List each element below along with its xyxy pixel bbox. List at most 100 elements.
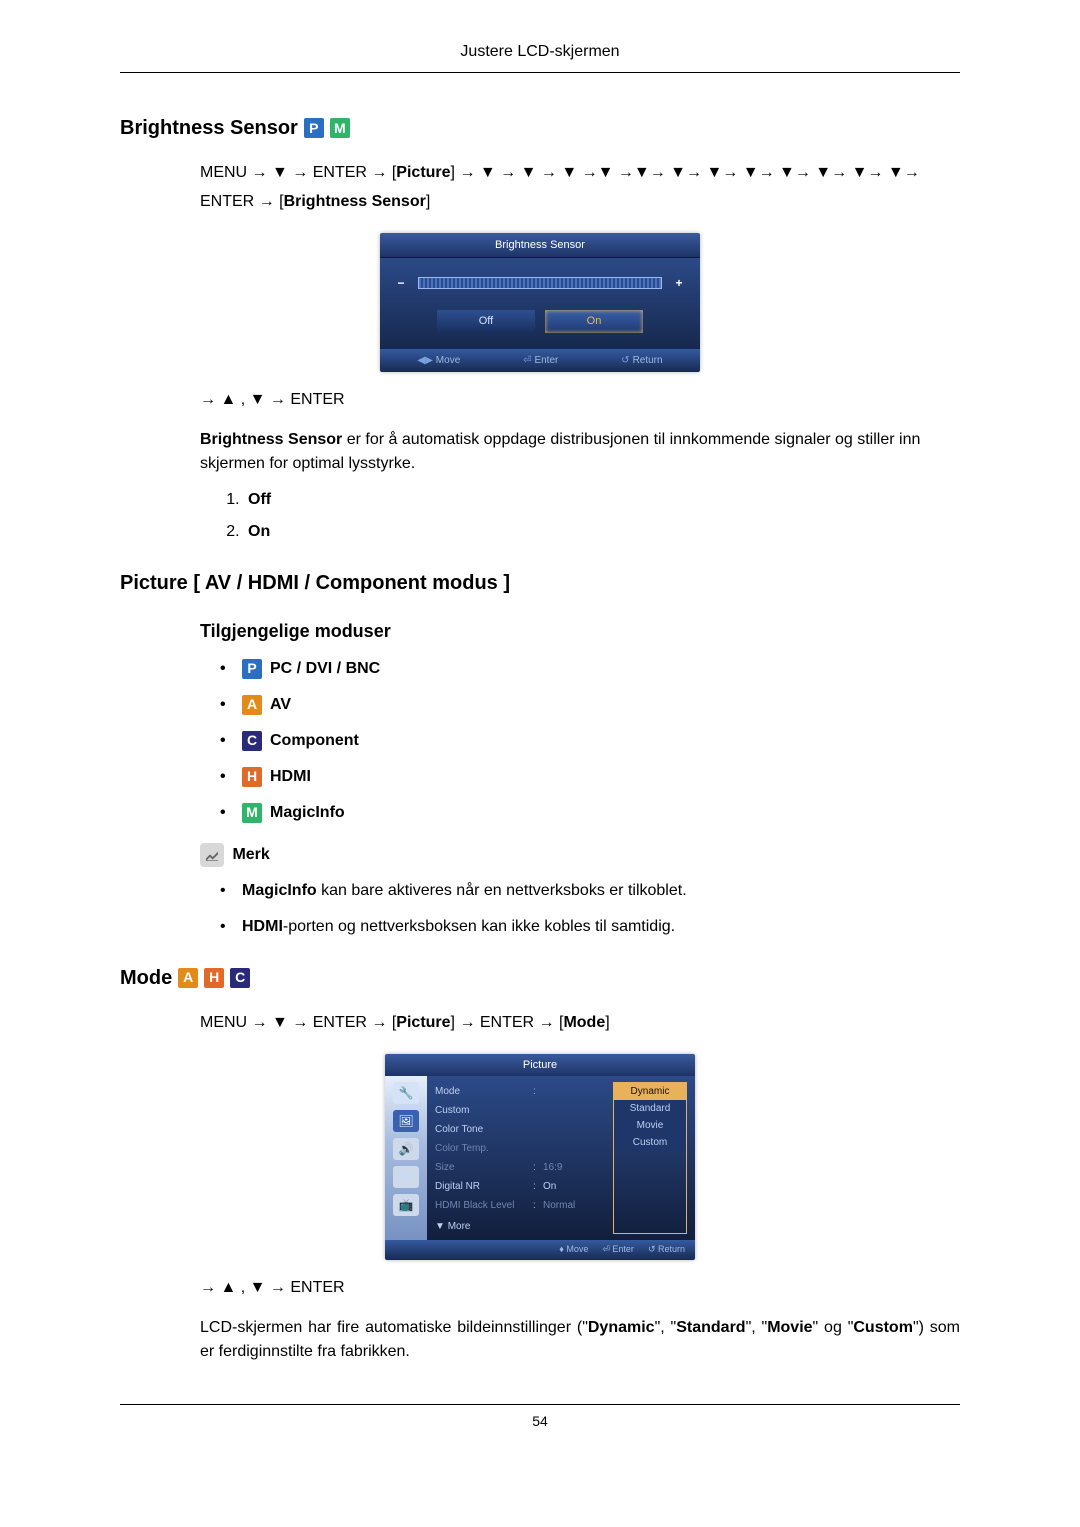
row-colortone[interactable]: Color Tone — [435, 1122, 533, 1137]
picture-mode-osd: Picture 🔧 🖼 🔊 ⚙ 📺 Mode: Custom Color Ton… — [385, 1054, 695, 1260]
on-button[interactable]: On — [545, 310, 643, 333]
osd-footer-enter: ⏎Enter — [523, 353, 558, 368]
a-badge-icon: A — [242, 695, 262, 715]
nav-text: ] → ▼ → ▼ → ▼ →▼ →▼→ ▼→ ▼→ ▼→ ▼→ ▼→ ▼→ ▼… — [451, 164, 920, 181]
available-modes-list: P PC / DVI / BNC A AV C Component H HDMI… — [220, 657, 960, 825]
option-on: On — [244, 520, 960, 544]
mode-hdmi: H HDMI — [220, 765, 960, 789]
mode-component: C Component — [220, 729, 960, 753]
sidebar-icon-2[interactable]: 🖼 — [393, 1110, 419, 1132]
osd-footer-return: ↺Return — [621, 353, 662, 368]
mode-dropdown[interactable]: Dynamic Standard Movie Custom — [613, 1082, 687, 1234]
note-icon — [200, 843, 224, 867]
p-badge-icon: P — [304, 118, 324, 138]
mode-nav-after: → ▲ , ▼ → ENTER — [200, 1276, 960, 1300]
dd-standard[interactable]: Standard — [614, 1100, 686, 1117]
nav-bs-label: Brightness Sensor — [284, 193, 426, 210]
mode-desc-pre: LCD-skjermen har fire automatiske bildei… — [200, 1319, 588, 1336]
mode-description: LCD-skjermen har fire automatiske bildei… — [200, 1316, 960, 1364]
m-badge-icon: M — [242, 803, 262, 823]
a-badge-icon: A — [178, 968, 198, 988]
nav-text: ] — [605, 1014, 609, 1031]
sidebar-icon-1[interactable]: 🔧 — [393, 1082, 419, 1104]
page-number: 54 — [532, 1413, 548, 1429]
osd-footer: ◀▶Move ⏎Enter ↺Return — [380, 349, 700, 372]
off-button[interactable]: Off — [437, 310, 535, 333]
note2-bold: HDMI — [242, 918, 283, 935]
osd2-footer-return: ↺ Return — [648, 1243, 685, 1257]
mode-av-label: AV — [270, 693, 291, 717]
sidebar-icon-4[interactable]: ⚙ — [393, 1166, 419, 1188]
nav-text: MENU → ▼ → ENTER → [ — [200, 164, 396, 181]
osd-slider-row: − + — [394, 274, 686, 292]
nav-text: ENTER → [ — [200, 193, 284, 210]
mode-av: A AV — [220, 693, 960, 717]
osd-footer-move: ◀▶Move — [417, 353, 460, 368]
h-badge-icon: H — [204, 968, 224, 988]
mode-component-label: Component — [270, 729, 359, 753]
note-item-1: MagicInfo kan bare aktiveres når en nett… — [220, 879, 960, 903]
brightness-sensor-nav-after: → ▲ , ▼ → ENTER — [200, 388, 960, 412]
nav-text: ] → ENTER → [ — [451, 1014, 564, 1031]
nav-text: MENU → ▼ → ENTER → [ — [200, 1014, 396, 1031]
mode-desc-m1: ", " — [655, 1319, 677, 1336]
note1-rest: kan bare aktiveres når en nettverksboks … — [317, 882, 687, 899]
section-mode-title: Mode A H C — [120, 963, 960, 993]
brightness-sensor-nav-path: MENU → ▼ → ENTER → [Picture] → ▼ → ▼ → ▼… — [200, 159, 960, 217]
mode-magicinfo: M MagicInfo — [220, 801, 960, 825]
row-size: Size — [435, 1160, 533, 1175]
mode-pc: P PC / DVI / BNC — [220, 657, 960, 681]
row-custom[interactable]: Custom — [435, 1103, 533, 1118]
plus-icon[interactable]: + — [672, 274, 686, 292]
mode-osd-container: Picture 🔧 🖼 🔊 ⚙ 📺 Mode: Custom Color Ton… — [120, 1054, 960, 1260]
osd2-sidebar: 🔧 🖼 🔊 ⚙ 📺 — [385, 1076, 427, 1240]
mode-title-text: Mode — [120, 963, 172, 993]
dd-dynamic[interactable]: Dynamic — [614, 1083, 686, 1100]
brightness-sensor-desc-bold: Brightness Sensor — [200, 431, 342, 448]
h-badge-icon: H — [242, 767, 262, 787]
brightness-sensor-options: Off On — [220, 488, 960, 544]
c-badge-icon: C — [230, 968, 250, 988]
sidebar-icon-3[interactable]: 🔊 — [393, 1138, 419, 1160]
section-picture-title: Picture [ AV / HDMI / Component modus ] — [120, 568, 960, 598]
mode-desc-standard: Standard — [676, 1319, 745, 1336]
mode-pc-label: PC / DVI / BNC — [270, 657, 380, 681]
option-on-label: On — [248, 523, 270, 540]
osd2-title: Picture — [385, 1054, 695, 1077]
note-block: Merk — [200, 843, 960, 867]
mode-desc-movie: Movie — [767, 1319, 812, 1336]
brightness-slider[interactable] — [418, 277, 662, 289]
osd-toggle-row: Off On — [394, 310, 686, 333]
minus-icon[interactable]: − — [394, 274, 408, 292]
note-list: MagicInfo kan bare aktiveres når en nett… — [220, 879, 960, 939]
mode-magicinfo-label: MagicInfo — [270, 801, 345, 825]
dd-custom[interactable]: Custom — [614, 1134, 686, 1151]
dd-movie[interactable]: Movie — [614, 1117, 686, 1134]
row-digitalnr[interactable]: Digital NR — [435, 1179, 533, 1194]
row-colortemp: Color Temp. — [435, 1141, 533, 1156]
note1-bold: MagicInfo — [242, 882, 317, 899]
p-badge-icon: P — [242, 659, 262, 679]
row-more-label: More — [448, 1221, 471, 1232]
brightness-sensor-osd: Brightness Sensor − + Off On ◀▶Move ⏎Ent… — [380, 233, 700, 372]
c-badge-icon: C — [242, 731, 262, 751]
nav-picture-label: Picture — [396, 1014, 450, 1031]
row-more[interactable]: ▼ More — [435, 1215, 617, 1234]
nav-mode-label: Mode — [563, 1014, 605, 1031]
osd2-footer-enter: ⏎ Enter — [602, 1243, 634, 1257]
mode-desc-custom: Custom — [853, 1319, 913, 1336]
row-hdmiblack: HDMI Black Level — [435, 1198, 533, 1213]
val-digitalnr: On — [543, 1179, 556, 1194]
brightness-sensor-osd-container: Brightness Sensor − + Off On ◀▶Move ⏎Ent… — [120, 233, 960, 372]
osd-body: − + Off On — [380, 258, 700, 349]
osd2-footer-move: ♦ Move — [559, 1243, 588, 1257]
osd2-body: 🔧 🖼 🔊 ⚙ 📺 Mode: Custom Color Tone Color … — [385, 1076, 695, 1240]
sidebar-icon-5[interactable]: 📺 — [393, 1194, 419, 1216]
page-header-title: Justere LCD-skjermen — [460, 43, 619, 60]
section-brightness-sensor-title: Brightness Sensor P M — [120, 113, 960, 143]
val-size: 16:9 — [543, 1160, 562, 1175]
brightness-sensor-title-text: Brightness Sensor — [120, 113, 298, 143]
osd-title: Brightness Sensor — [380, 233, 700, 259]
row-mode[interactable]: Mode — [435, 1084, 533, 1099]
val-hdmiblack: Normal — [543, 1198, 575, 1213]
